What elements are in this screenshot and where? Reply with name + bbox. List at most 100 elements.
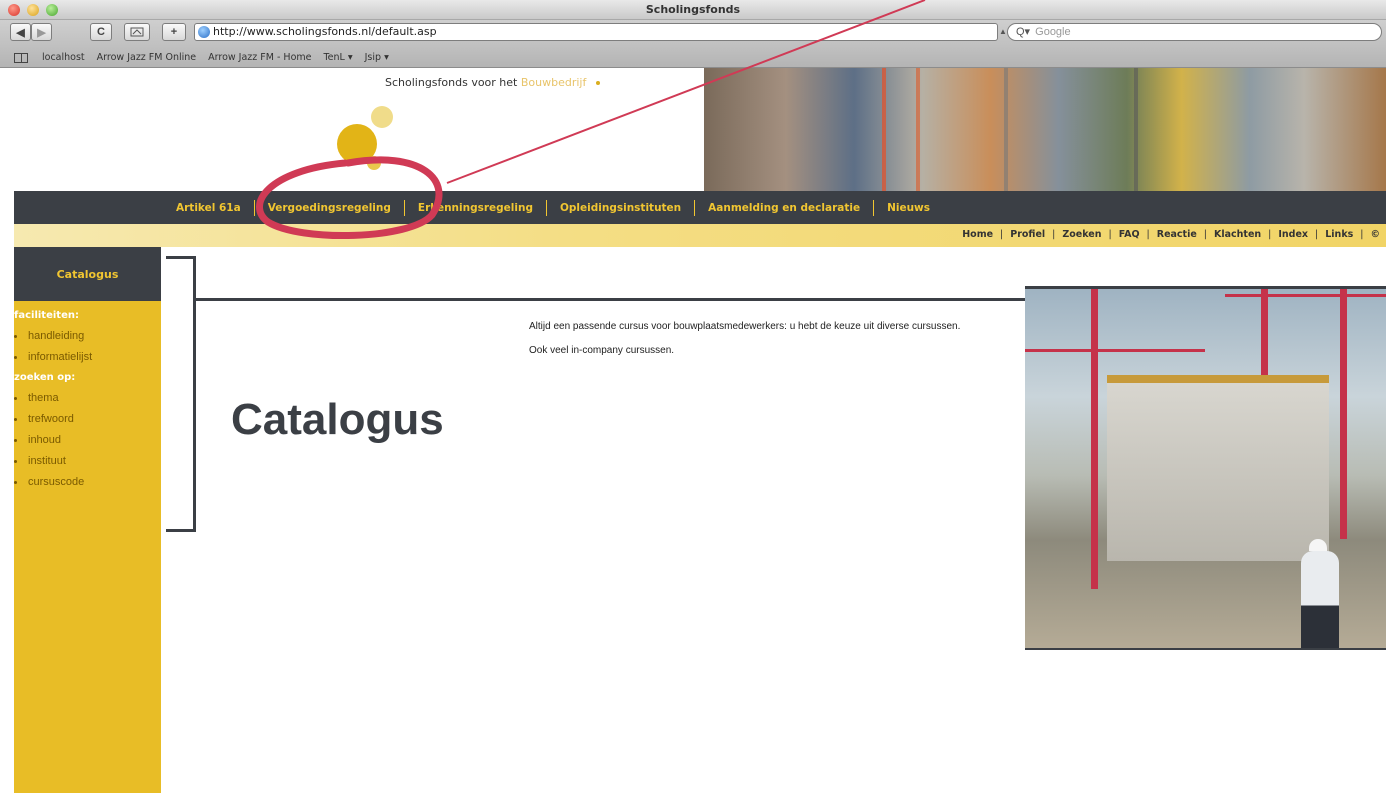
logo-dot-small-icon [371,106,393,128]
crane-mast [1091,289,1098,589]
back-button[interactable]: ◀ [10,23,31,41]
util-separator: | [1268,229,1272,240]
bookmark-item[interactable]: TenL ▾ [323,52,352,63]
logo-dot-medium-icon [367,156,381,170]
util-separator: | [1146,229,1150,240]
intro-paragraph: Ook veel in-company cursussen. [529,345,675,356]
bookmarks-bar: localhost Arrow Jazz FM Online Arrow Jaz… [0,47,1386,68]
sidebar-title: Catalogus [14,247,161,301]
bullet-icon [14,355,17,359]
nav-item-artikel-61a[interactable]: Artikel 61a [176,202,241,214]
sidebar-link-label: cursuscode [28,476,85,488]
banner-scaffold [882,68,886,191]
sidebar-link-instituut[interactable]: instituut [14,446,161,467]
sidebar: Catalogus faciliteiten: handleiding info… [14,247,161,793]
sidebar-group-zoeken-op: zoeken op: [14,372,76,383]
util-separator: | [1108,229,1112,240]
site-header [14,68,1386,191]
content-divider [195,298,1025,301]
intro-text: Altijd een passende cursus voor bouwplaa… [529,321,979,369]
sidebar-group-faciliteiten: faciliteiten: [14,310,79,321]
crane-arm [1025,349,1205,352]
crane-mast [1261,289,1268,379]
nav-item-nieuws[interactable]: Nieuws [887,202,930,214]
sidebar-link-handleiding[interactable]: handleiding [14,321,161,342]
logo-text-accent: Bouwbedrijf [520,76,587,89]
reload-button[interactable]: C [90,23,112,41]
crane-arm [1225,294,1386,297]
search-icon: Q▾ [1016,26,1031,38]
helmet [1309,539,1327,551]
util-link-klachten[interactable]: Klachten [1214,229,1261,240]
logo-text[interactable]: Scholingsfonds voor het Bouwbedrijf [385,76,601,89]
sidebar-link-cursuscode[interactable]: cursuscode [14,467,161,488]
sidebar-link-thema[interactable]: thema [14,383,161,404]
sidebar-link-label: thema [28,392,59,404]
sidebar-link-informatielijst[interactable]: informatielijst [14,342,161,363]
bookmark-item[interactable]: Arrow Jazz FM - Home [208,52,311,63]
util-link-reactie[interactable]: Reactie [1157,229,1197,240]
logo-text-main: Scholingsfonds voor het [385,76,521,89]
add-bookmark-button[interactable]: + [162,23,186,41]
util-link-zoeken[interactable]: Zoeken [1062,229,1101,240]
nav-item-vergoedingsregeling[interactable]: Vergoedingsregeling [268,202,391,214]
window-titlebar: Scholingsfonds [0,0,1386,20]
sidebar-link-label: inhoud [28,434,62,446]
sidebar-link-label: informatielijst [28,351,93,363]
window-title: Scholingsfonds [645,3,741,16]
intro-paragraph: Altijd een passende cursus voor bouwplaa… [529,321,961,332]
nav-item-opleidingsinstituten[interactable]: Opleidingsinstituten [560,202,681,214]
header-banner-photo [704,68,1386,191]
bullet-icon [14,334,17,338]
util-link-copyright[interactable]: © [1371,229,1381,240]
sidebar-link-label: trefwoord [28,413,74,425]
sidebar-link-label: handleiding [28,330,85,342]
search-placeholder: Google [1035,26,1071,38]
util-link-index[interactable]: Index [1278,229,1308,240]
building [1107,375,1329,561]
bullet-icon [14,396,17,400]
globe-icon [198,26,210,38]
bullet-icon [14,438,17,442]
nav-item-erkenningsregeling[interactable]: Erkenningsregeling [418,202,533,214]
url-dropdown-icon[interactable]: ▲ [999,23,1007,41]
nav-separator [253,199,255,216]
util-link-faq[interactable]: FAQ [1119,229,1140,240]
bracket-bottom [166,529,196,532]
util-separator: | [1000,229,1004,240]
bookmark-item[interactable]: Arrow Jazz FM Online [97,52,196,63]
nav-separator [694,199,696,216]
bullet-icon [14,417,17,421]
util-separator: | [1052,229,1056,240]
sidebar-link-label: instituut [28,455,66,467]
crane-mast [1340,289,1347,539]
util-separator: | [1203,229,1207,240]
banner-scaffold [1134,68,1138,191]
worker [1301,551,1339,648]
bullet-icon [14,459,17,463]
construction-photo [1025,289,1386,650]
forward-button[interactable]: ▶ [31,23,52,41]
bookmark-item[interactable]: Jsip ▾ [365,52,389,63]
nav-separator [545,199,547,216]
main-navigation: Artikel 61a Vergoedingsregeling Erkennin… [14,191,1386,224]
util-link-profiel[interactable]: Profiel [1010,229,1045,240]
util-link-links[interactable]: Links [1325,229,1353,240]
nav-item-aanmelding[interactable]: Aanmelding en declaratie [708,202,860,214]
banner-scaffold [916,68,920,191]
search-input[interactable]: Q▾ Google [1007,23,1382,41]
bookmark-item[interactable]: localhost [42,52,85,63]
sidebar-link-trefwoord[interactable]: trefwoord [14,404,161,425]
address-bar[interactable]: http://www.scholingsfonds.nl/default.asp [194,23,998,41]
utility-navigation: Home | Profiel | Zoeken | FAQ | Reactie | Kla… [14,224,1386,247]
sidebar-link-inhoud[interactable]: inhoud [14,425,161,446]
address-url: http://www.scholingsfonds.nl/default.asp [213,25,437,38]
snapback-icon [130,27,144,37]
banner-scaffold [1004,68,1008,191]
bracket-top [166,256,196,259]
util-link-home[interactable]: Home [962,229,993,240]
bookmarks-book-icon[interactable] [14,52,28,63]
util-separator: | [1315,229,1319,240]
snapback-button[interactable] [124,23,150,41]
nav-separator [403,199,405,216]
